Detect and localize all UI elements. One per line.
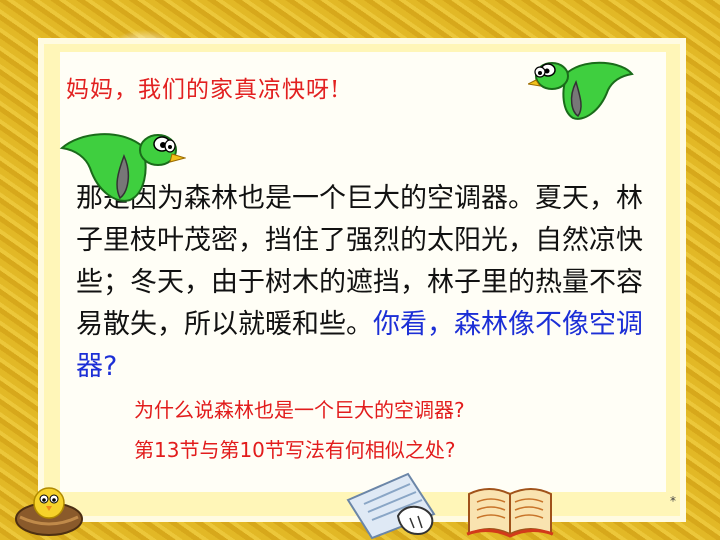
chick-nest-icon (15, 487, 83, 536)
open-book-icon (466, 488, 554, 538)
green-bird-icon (528, 61, 634, 120)
question-2: 第13节与第10节写法有何相似之处? (134, 438, 456, 462)
green-bird-icon (59, 133, 186, 202)
slide-title: 妈妈，我们的家真凉快呀! (66, 77, 341, 103)
page-mark: * (670, 494, 676, 508)
main-paragraph: 那是因为森林也是一个巨大的空调器。夏天，林子里枝叶茂密，挡住了强烈的太阳光，自然… (76, 178, 666, 388)
paper-hand-icon (346, 472, 436, 540)
discussion-questions: 为什么说森林也是一个巨大的空调器? 第13节与第10节写法有何相似之处? (134, 390, 634, 470)
question-1: 为什么说森林也是一个巨大的空调器? (134, 398, 465, 422)
